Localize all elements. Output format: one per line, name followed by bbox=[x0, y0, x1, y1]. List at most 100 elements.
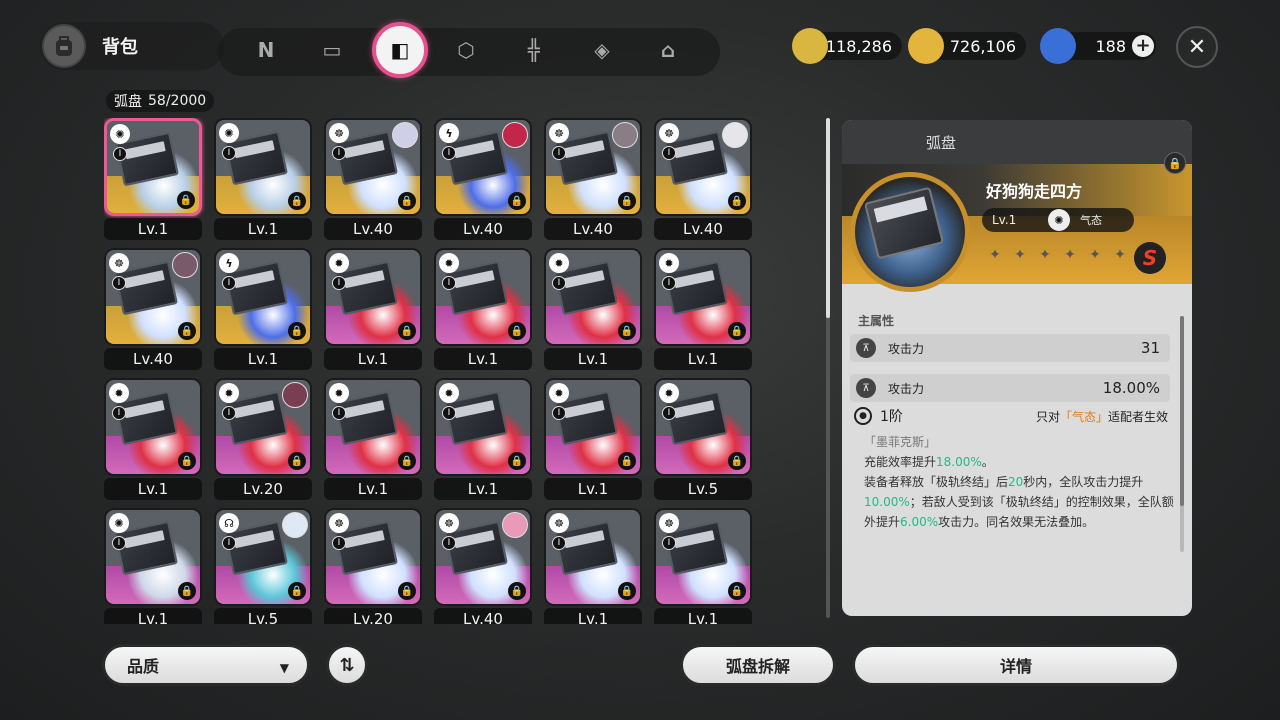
currency-coin: 118,286 bbox=[792, 28, 902, 64]
disc-item[interactable]: ☸ I 🔒 Lv.40 bbox=[104, 248, 202, 374]
disc-item[interactable]: ☊ I 🔒 Lv.5 bbox=[214, 508, 312, 624]
rank-icon: I bbox=[113, 147, 127, 161]
disc-item[interactable]: ✹ I 🔒 Lv.1 bbox=[434, 248, 532, 374]
disc-card: ✺ I 🔒 bbox=[214, 118, 312, 216]
disc-item[interactable]: ☸ I 🔒 Lv.1 bbox=[654, 508, 752, 624]
detail-header: 弧盘 bbox=[842, 120, 1192, 164]
details-button[interactable]: 详情 bbox=[852, 644, 1180, 686]
chevron-down-icon: ▼ bbox=[279, 661, 289, 675]
disc-level: Lv.1 bbox=[104, 608, 202, 624]
attribute-icon: ☸ bbox=[549, 123, 569, 143]
add-currency-button[interactable]: + bbox=[1132, 35, 1154, 57]
main-stat-label: 主属性 bbox=[858, 314, 895, 328]
attribute-icon: ✺ bbox=[110, 124, 130, 144]
lock-icon: 🔒 bbox=[288, 192, 306, 210]
disc-card: ✹ I 🔒 bbox=[544, 248, 642, 346]
disc-card: ✺ I 🔒 bbox=[104, 508, 202, 606]
attribute-icon: ✹ bbox=[659, 253, 679, 273]
lock-icon: 🔒 bbox=[728, 452, 746, 470]
disc-item[interactable]: ✹ I 🔒 Lv.1 bbox=[654, 248, 752, 374]
disc-item[interactable]: ☸ I 🔒 Lv.40 bbox=[654, 118, 752, 244]
disc-item[interactable]: ✹ I 🔒 Lv.1 bbox=[544, 378, 642, 504]
disc-level: Lv.40 bbox=[654, 218, 752, 240]
diamond-icon: ◈ bbox=[594, 38, 610, 62]
disc-item[interactable]: ☸ I 🔒 Lv.40 bbox=[544, 118, 642, 244]
tier-icon: ● bbox=[854, 407, 872, 425]
attribute-icon: ☸ bbox=[549, 513, 569, 533]
close-button[interactable]: ✕ bbox=[1176, 26, 1218, 68]
disc-level: Lv.40 bbox=[544, 218, 642, 240]
disc-level: Lv.20 bbox=[324, 608, 422, 624]
cube-icon: ⬡ bbox=[457, 38, 475, 62]
rank-icon: I bbox=[552, 276, 566, 290]
equipped-agent-avatar bbox=[722, 122, 748, 148]
attribute-icon: ✹ bbox=[659, 383, 679, 403]
disc-item[interactable]: ✹ I 🔒 Lv.1 bbox=[104, 378, 202, 504]
detail-scroll-thumb[interactable] bbox=[1180, 316, 1184, 506]
disc-card: ☸ I 🔒 bbox=[544, 118, 642, 216]
disc-item[interactable]: ✹ I 🔒 Lv.1 bbox=[324, 248, 422, 374]
disc-item[interactable]: ✹ I 🔒 Lv.1 bbox=[324, 378, 422, 504]
attribute-icon: ϟ bbox=[439, 123, 459, 143]
disc-level: Lv.5 bbox=[654, 478, 752, 500]
tab-home[interactable]: ⌂ bbox=[648, 30, 688, 70]
currency-value: 188 bbox=[1095, 36, 1126, 56]
disc-level-pill: Lv.1 ✺ 气态 bbox=[982, 208, 1134, 232]
set-effect: ● 1阶 只对「气态」适配者生效 「墨菲克斯」 充能效率提升18.00%。 装备… bbox=[850, 402, 1180, 562]
detail-lock-button[interactable]: 🔒 bbox=[1164, 152, 1186, 174]
detail-category: 弧盘 bbox=[926, 134, 957, 152]
attribute-icon: ☸ bbox=[329, 123, 349, 143]
star-icon: ✦ bbox=[1089, 247, 1101, 263]
attribute-icon: ✹ bbox=[549, 253, 569, 273]
sort-order-button[interactable]: ⇅ bbox=[326, 644, 368, 686]
rank-icon: I bbox=[442, 276, 456, 290]
disc-item[interactable]: ✹ I 🔒 Lv.20 bbox=[214, 378, 312, 504]
rank-icon: I bbox=[332, 406, 346, 420]
star-icon: ✦ bbox=[1014, 247, 1026, 263]
dismantle-button[interactable]: 弧盘拆解 bbox=[680, 644, 836, 686]
disc-level: Lv.1 bbox=[434, 478, 532, 500]
disc-level: Lv.40 bbox=[104, 348, 202, 370]
tab-disc[interactable]: ◧ bbox=[372, 22, 428, 78]
disc-card: ϟ I 🔒 bbox=[214, 248, 312, 346]
quality-filter-dropdown[interactable]: 品质 ▼ bbox=[102, 644, 310, 686]
disc-item[interactable]: ✺ I 🔒 Lv.1 bbox=[214, 118, 312, 244]
tab-food[interactable]: ╬ bbox=[514, 30, 554, 70]
rank-icon: I bbox=[552, 406, 566, 420]
disc-item[interactable]: ☸ I 🔒 Lv.1 bbox=[544, 508, 642, 624]
lock-icon: 🔒 bbox=[728, 582, 746, 600]
stat-name: 攻击力 bbox=[888, 341, 925, 356]
disc-item[interactable]: ✹ I 🔒 Lv.1 bbox=[544, 248, 642, 374]
grid-scroll-thumb[interactable] bbox=[826, 118, 830, 318]
disc-name: 好狗狗走四方 bbox=[986, 182, 1083, 201]
rank-icon: I bbox=[332, 146, 346, 160]
disc-item[interactable]: ✹ I 🔒 Lv.5 bbox=[654, 378, 752, 504]
disc-card: ☸ I 🔒 bbox=[104, 248, 202, 346]
grid-scrollbar[interactable] bbox=[826, 118, 830, 618]
star-icon: ✦ bbox=[1114, 247, 1126, 263]
gold-coin-icon bbox=[792, 28, 828, 64]
stat-value: 31 bbox=[1140, 339, 1160, 357]
disc-item[interactable]: ✺ I 🔒 Lv.1 bbox=[104, 118, 202, 244]
detail-scrollbar[interactable] bbox=[1180, 316, 1184, 552]
tab-n[interactable]: N bbox=[246, 30, 286, 70]
tier-condition: 只对「气态」适配者生效 bbox=[1036, 408, 1168, 425]
rank-icon: I bbox=[552, 146, 566, 160]
disc-level: Lv.1 bbox=[214, 218, 312, 240]
disc-item[interactable]: ☸ I 🔒 Lv.40 bbox=[324, 118, 422, 244]
tab-diamond[interactable]: ◈ bbox=[582, 30, 622, 70]
attack-icon: ⊼ bbox=[856, 378, 876, 398]
tab-console[interactable]: ▭ bbox=[312, 30, 352, 70]
disc-item[interactable]: ☸ I 🔒 Lv.20 bbox=[324, 508, 422, 624]
tab-cube[interactable]: ⬡ bbox=[446, 30, 486, 70]
disc-item[interactable]: ✺ I 🔒 Lv.1 bbox=[104, 508, 202, 624]
disc-level: Lv.1 bbox=[544, 608, 642, 624]
disc-item[interactable]: ϟ I 🔒 Lv.40 bbox=[434, 118, 532, 244]
disc-item[interactable]: ✹ I 🔒 Lv.1 bbox=[434, 378, 532, 504]
disc-item[interactable]: ☸ I 🔒 Lv.40 bbox=[434, 508, 532, 624]
disc-level: Lv.1 bbox=[214, 348, 312, 370]
lock-icon: 🔒 bbox=[618, 452, 636, 470]
star-icon: ✦ bbox=[1039, 247, 1051, 263]
lock-icon: 🔒 bbox=[178, 322, 196, 340]
disc-item[interactable]: ϟ I 🔒 Lv.1 bbox=[214, 248, 312, 374]
